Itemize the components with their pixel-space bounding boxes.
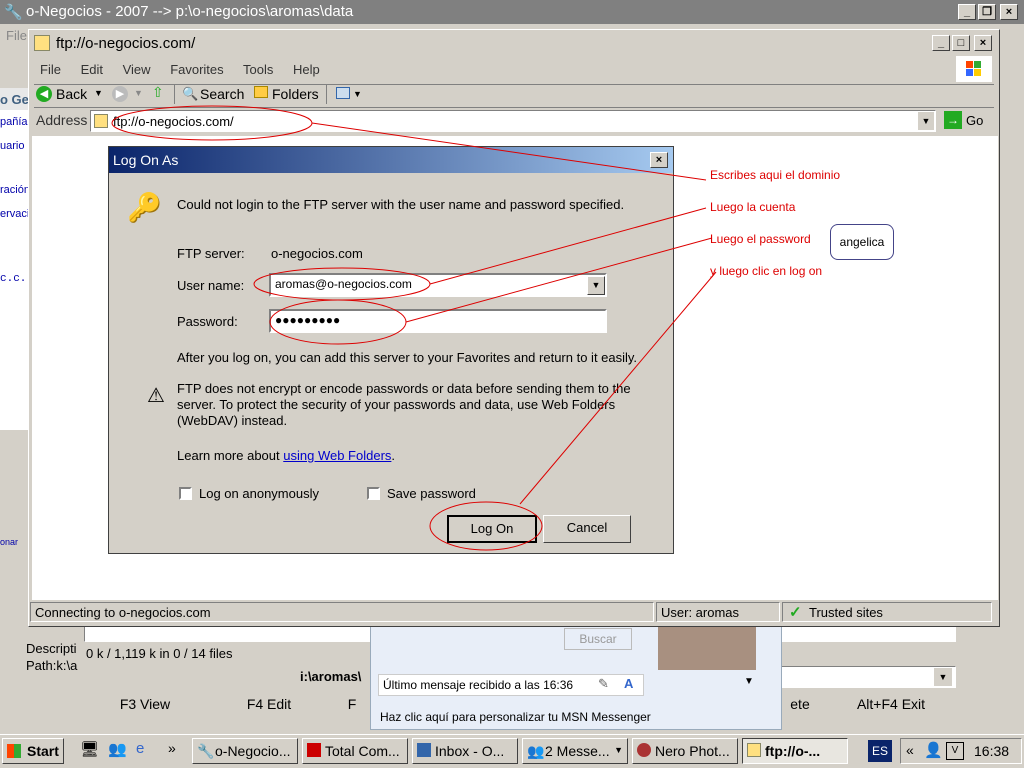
task-inbox-label: Inbox - O... [435,743,505,759]
disk-task-icon [307,743,321,757]
tray-chevron[interactable]: « [906,742,914,758]
nero-task-icon [637,743,651,757]
outlook-task-icon [417,743,431,757]
task-messenger[interactable]: 👥 2 Messe... ▼ [522,738,628,764]
task-totalcommander[interactable]: Total Com... [302,738,408,764]
annotation-account: Luego la cuenta [710,200,796,214]
messenger-task-icon: 👥 [527,743,545,759]
quicklaunch-desktop-icon[interactable]: 🖥 [80,740,99,758]
annotation-overlay [111,105,717,551]
start-windows-icon [7,744,21,758]
tray-messenger-icon[interactable]: 👤 [924,741,943,759]
task-group-dropdown-icon[interactable]: ▼ [614,745,623,755]
task-nero-label: Nero Phot... [655,743,730,759]
task-messenger-label: 2 Messe... [545,743,610,759]
annotation-bubble: angelica [830,224,894,260]
start-button[interactable]: Start [2,738,64,764]
language-indicator[interactable]: ES [868,740,892,762]
task-onegocios[interactable]: 🔧 o-Negocio... [192,738,298,764]
quicklaunch-messenger-icon[interactable]: 👥 [108,740,127,758]
task-inbox[interactable]: Inbox - O... [412,738,518,764]
annotation-domain: Escribes aqui el dominio [710,168,841,182]
task-totalcommander-label: Total Com... [325,743,400,759]
task-onegocios-label: o-Negocio... [215,743,291,759]
tray-vnc-icon[interactable]: V [946,742,964,760]
clock: 16:38 [974,743,1010,759]
ftp-task-icon [747,743,761,757]
task-ftp[interactable]: ftp://o-... [742,738,848,764]
task-ftp-label: ftp://o-... [765,743,821,759]
annotation-click: y luego clic en log on [710,264,823,278]
wrench-task-icon: 🔧 [197,743,215,759]
quicklaunch-ie-icon[interactable]: e [136,740,144,757]
annotation-password: Luego el password [710,232,811,246]
start-label: Start [27,743,59,759]
quicklaunch-chevron[interactable]: » [168,740,176,756]
task-nero[interactable]: Nero Phot... [632,738,738,764]
